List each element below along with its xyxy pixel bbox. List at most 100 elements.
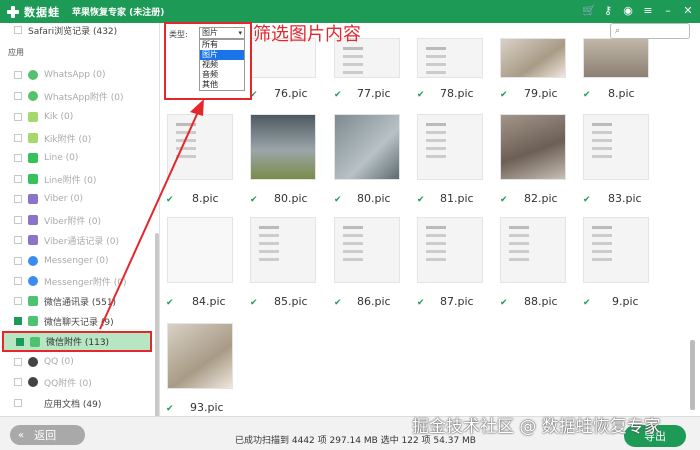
checkbox[interactable] bbox=[14, 71, 22, 79]
check-icon[interactable]: ✔ bbox=[583, 299, 592, 308]
checkbox[interactable] bbox=[14, 399, 22, 407]
sidebar-item-viber-calls[interactable]: Viber通话记录 (0) bbox=[0, 230, 156, 250]
main-scrollbar[interactable] bbox=[690, 340, 695, 410]
thumbnail[interactable] bbox=[334, 217, 400, 283]
checkbox[interactable] bbox=[14, 257, 22, 265]
checkbox[interactable] bbox=[14, 195, 22, 203]
thumbnail[interactable] bbox=[250, 114, 316, 180]
cart-icon[interactable]: 🛒 bbox=[582, 4, 596, 18]
chevron-down-icon: ▾ bbox=[238, 29, 242, 37]
sidebar-item-messenger[interactable]: Messenger (0) bbox=[0, 251, 156, 271]
kik-icon bbox=[28, 133, 38, 143]
check-icon[interactable]: ✔ bbox=[500, 91, 509, 100]
check-icon[interactable]: ✔ bbox=[166, 405, 175, 414]
thumbnail[interactable] bbox=[500, 217, 566, 283]
checkbox[interactable] bbox=[14, 378, 22, 386]
sidebar-item-label: Line (0) bbox=[44, 153, 79, 163]
check-icon[interactable]: ✔ bbox=[334, 91, 343, 100]
search-icon: ⌕ bbox=[615, 26, 621, 36]
sidebar-item-app-docs[interactable]: 应用文档 (49) bbox=[0, 393, 156, 413]
checkbox[interactable] bbox=[14, 154, 22, 162]
option-audio[interactable]: 音频 bbox=[200, 70, 244, 80]
minimize-icon[interactable]: – bbox=[662, 4, 674, 18]
check-icon[interactable]: ✔ bbox=[500, 196, 509, 205]
menu-icon[interactable]: ≡ bbox=[642, 4, 654, 18]
check-icon[interactable]: ✔ bbox=[583, 91, 592, 100]
checkbox[interactable] bbox=[14, 92, 22, 100]
check-icon[interactable]: ✔ bbox=[417, 299, 426, 308]
check-icon[interactable]: ✔ bbox=[500, 299, 509, 308]
sidebar-item-label: 应用文档 (49) bbox=[44, 399, 102, 410]
sidebar-item-wechat-contacts[interactable]: 微信通讯录 (551) bbox=[0, 291, 156, 311]
sidebar-item-qq-attachments[interactable]: QQ附件 (0) bbox=[0, 372, 156, 392]
thumbnail[interactable] bbox=[417, 38, 483, 78]
option-other[interactable]: 其他 bbox=[200, 80, 244, 90]
check-icon[interactable]: ✔ bbox=[250, 299, 259, 308]
thumbnail[interactable] bbox=[250, 217, 316, 283]
checkbox[interactable] bbox=[14, 26, 22, 34]
thumbnail[interactable] bbox=[167, 217, 233, 283]
sidebar-item-kik[interactable]: Kik (0) bbox=[0, 107, 156, 127]
thumbnail[interactable] bbox=[417, 114, 483, 180]
chat-icon[interactable]: ◉ bbox=[622, 4, 634, 18]
thumbnail[interactable] bbox=[500, 38, 566, 78]
thumbnail[interactable] bbox=[417, 217, 483, 283]
viber-icon bbox=[28, 215, 38, 225]
checkbox[interactable] bbox=[14, 317, 22, 325]
sidebar-item-kik-attachments[interactable]: Kik附件 (0) bbox=[0, 128, 156, 148]
checkbox[interactable] bbox=[14, 277, 22, 285]
option-video[interactable]: 视频 bbox=[200, 60, 244, 70]
thumbnail[interactable] bbox=[583, 217, 649, 283]
checkbox[interactable] bbox=[14, 113, 22, 121]
checkbox[interactable] bbox=[14, 216, 22, 224]
thumbnail[interactable] bbox=[334, 114, 400, 180]
thumbnail[interactable] bbox=[167, 114, 233, 180]
checkbox[interactable] bbox=[14, 358, 22, 366]
thumbnail[interactable] bbox=[583, 114, 649, 180]
sidebar-item-whatsapp[interactable]: WhatsApp (0) bbox=[0, 65, 156, 85]
checkbox[interactable] bbox=[14, 175, 22, 183]
sidebar-item-wechat-chats[interactable]: 微信聊天记录 (9) bbox=[0, 311, 156, 331]
back-button[interactable]: « 返回 bbox=[10, 425, 85, 445]
file-name: 78.pic bbox=[440, 87, 474, 100]
check-icon[interactable]: ✔ bbox=[417, 91, 426, 100]
option-image[interactable]: 图片 bbox=[200, 50, 244, 60]
window-controls: 🛒 ⚷ ◉ ≡ – ✕ bbox=[582, 4, 694, 18]
search-input[interactable]: ⌕ bbox=[610, 23, 690, 39]
sidebar-item-line[interactable]: Line (0) bbox=[0, 148, 156, 168]
check-icon[interactable]: ✔ bbox=[417, 196, 426, 205]
file-name: 93.pic bbox=[190, 401, 224, 414]
thumbnail[interactable] bbox=[500, 114, 566, 180]
sidebar-item-whatsapp-attachments[interactable]: WhatsApp附件 (0) bbox=[0, 86, 156, 106]
check-icon[interactable]: ✔ bbox=[166, 299, 175, 308]
close-icon[interactable]: ✕ bbox=[682, 4, 694, 18]
checkbox[interactable] bbox=[14, 134, 22, 142]
sidebar-scrollbar[interactable] bbox=[155, 233, 159, 433]
check-icon[interactable]: ✔ bbox=[334, 196, 343, 205]
sidebar-item-wechat-attachments[interactable]: 微信附件 (113) bbox=[2, 331, 152, 352]
sidebar-item-viber[interactable]: Viber (0) bbox=[0, 189, 156, 209]
check-icon[interactable]: ✔ bbox=[583, 196, 592, 205]
sidebar-item-label: 微信通讯录 (551) bbox=[44, 297, 117, 308]
file-name: 80.pic bbox=[357, 192, 391, 205]
sidebar-item-line-attachments[interactable]: Line附件 (0) bbox=[0, 169, 156, 189]
type-dropdown: 所有 图片 视频 音频 其他 bbox=[199, 39, 245, 91]
file-name: 77.pic bbox=[357, 87, 391, 100]
sidebar-item-messenger-attachments[interactable]: Messenger附件 (0) bbox=[0, 271, 156, 291]
checkbox[interactable] bbox=[14, 297, 22, 305]
option-all[interactable]: 所有 bbox=[200, 40, 244, 50]
messenger-icon bbox=[28, 276, 38, 286]
checkbox[interactable] bbox=[14, 236, 22, 244]
check-icon[interactable]: ✔ bbox=[166, 196, 175, 205]
sidebar-item-viber-attachments[interactable]: Viber附件 (0) bbox=[0, 210, 156, 230]
sidebar-item-label: 微信附件 (113) bbox=[46, 338, 110, 348]
thumbnail[interactable] bbox=[167, 323, 233, 389]
type-select[interactable]: 图片 ▾ bbox=[199, 27, 245, 39]
key-icon[interactable]: ⚷ bbox=[602, 4, 614, 18]
sidebar-item-qq[interactable]: QQ (0) bbox=[0, 352, 156, 372]
thumbnail[interactable] bbox=[583, 38, 649, 78]
check-icon[interactable]: ✔ bbox=[250, 196, 259, 205]
sidebar-item-safari[interactable]: Safari浏览记录 (432) bbox=[0, 20, 156, 40]
checkbox[interactable] bbox=[16, 337, 24, 346]
check-icon[interactable]: ✔ bbox=[334, 299, 343, 308]
